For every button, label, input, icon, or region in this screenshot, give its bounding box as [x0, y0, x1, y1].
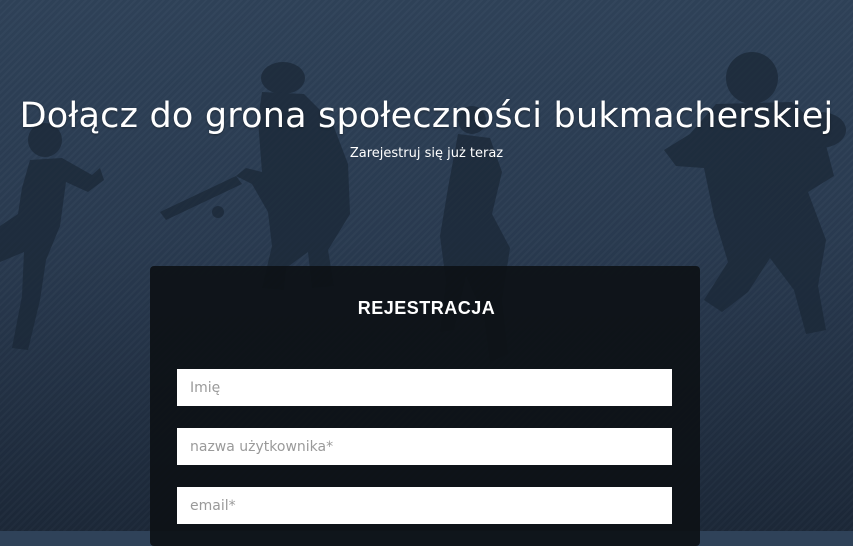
email-input[interactable] [177, 487, 672, 524]
page-subtitle: Zarejestruj się już teraz [349, 146, 504, 161]
first-name-input[interactable] [177, 369, 672, 406]
registration-heading: REJESTRACJA [357, 298, 496, 318]
page-title: Dołącz do grona społeczności bukmachersk… [19, 96, 834, 136]
username-input[interactable] [177, 428, 672, 465]
